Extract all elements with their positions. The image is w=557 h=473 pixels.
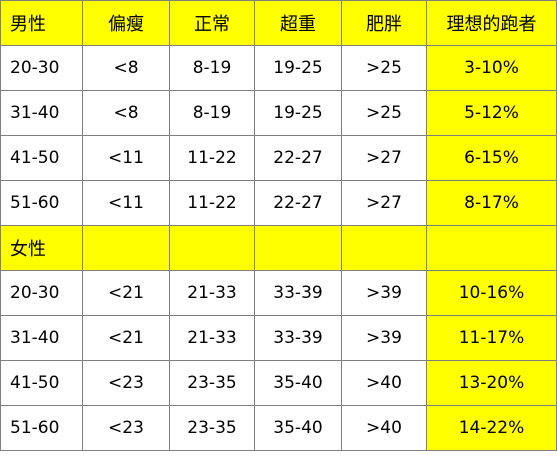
ideal-runner-cell: 10-16% [426,270,557,316]
underweight-cell: <8 [82,90,170,136]
normal-cell: 8-19 [169,45,255,91]
empty-cell [341,225,427,271]
obese-cell: >27 [341,135,427,181]
underweight-cell: <11 [82,135,170,181]
table-row: 41-50 <11 11-22 22-27 >27 6-15% [0,135,557,181]
table-row: 20-30 <8 8-19 19-25 >25 3-10% [0,45,557,91]
body-fat-table: 男性 偏瘦 正常 超重 肥胖 理想的跑者 20-30 <8 8-19 19-25… [0,0,557,451]
ideal-runner-header-cell: 理想的跑者 [426,0,557,46]
obese-cell: >27 [341,180,427,226]
table-row: 20-30 <21 21-33 33-39 >39 10-16% [0,270,557,316]
ideal-runner-cell: 5-12% [426,90,557,136]
age-range-cell: 41-50 [0,360,83,406]
age-range-cell: 20-30 [0,270,83,316]
obese-cell: >39 [341,270,427,316]
normal-cell: 21-33 [169,270,255,316]
underweight-cell: <23 [82,405,170,451]
table-row: 41-50 <23 23-35 35-40 >40 13-20% [0,360,557,406]
age-range-cell: 51-60 [0,180,83,226]
underweight-cell: <21 [82,315,170,361]
female-section-row: 女性 [0,225,557,271]
normal-cell: 11-22 [169,180,255,226]
overweight-cell: 22-27 [254,135,342,181]
ideal-runner-cell: 8-17% [426,180,557,226]
ideal-runner-cell: 11-17% [426,315,557,361]
overweight-cell: 35-40 [254,405,342,451]
empty-cell [169,225,255,271]
obese-cell: >40 [341,360,427,406]
normal-cell: 23-35 [169,405,255,451]
underweight-header-cell: 偏瘦 [82,0,170,46]
female-header-cell: 女性 [0,225,83,271]
empty-cell [426,225,557,271]
normal-cell: 8-19 [169,90,255,136]
normal-cell: 11-22 [169,135,255,181]
underweight-cell: <21 [82,270,170,316]
table-row: 31-40 <8 8-19 19-25 >25 5-12% [0,90,557,136]
overweight-cell: 33-39 [254,270,342,316]
age-range-cell: 31-40 [0,315,83,361]
obese-cell: >25 [341,90,427,136]
obese-cell: >39 [341,315,427,361]
header-row: 男性 偏瘦 正常 超重 肥胖 理想的跑者 [0,0,557,46]
obese-header-cell: 肥胖 [341,0,427,46]
overweight-cell: 22-27 [254,180,342,226]
overweight-cell: 19-25 [254,90,342,136]
ideal-runner-cell: 13-20% [426,360,557,406]
normal-cell: 23-35 [169,360,255,406]
table-row: 51-60 <11 11-22 22-27 >27 8-17% [0,180,557,226]
age-range-cell: 51-60 [0,405,83,451]
underweight-cell: <8 [82,45,170,91]
underweight-cell: <11 [82,180,170,226]
overweight-cell: 19-25 [254,45,342,91]
underweight-cell: <23 [82,360,170,406]
obese-cell: >25 [341,45,427,91]
ideal-runner-cell: 14-22% [426,405,557,451]
male-header-cell: 男性 [0,0,83,46]
age-range-cell: 41-50 [0,135,83,181]
table-row: 51-60 <23 23-35 35-40 >40 14-22% [0,405,557,451]
overweight-header-cell: 超重 [254,0,342,46]
empty-cell [82,225,170,271]
normal-header-cell: 正常 [169,0,255,46]
age-range-cell: 31-40 [0,90,83,136]
ideal-runner-cell: 6-15% [426,135,557,181]
empty-cell [254,225,342,271]
overweight-cell: 35-40 [254,360,342,406]
age-range-cell: 20-30 [0,45,83,91]
obese-cell: >40 [341,405,427,451]
ideal-runner-cell: 3-10% [426,45,557,91]
normal-cell: 21-33 [169,315,255,361]
table-row: 31-40 <21 21-33 33-39 >39 11-17% [0,315,557,361]
overweight-cell: 33-39 [254,315,342,361]
